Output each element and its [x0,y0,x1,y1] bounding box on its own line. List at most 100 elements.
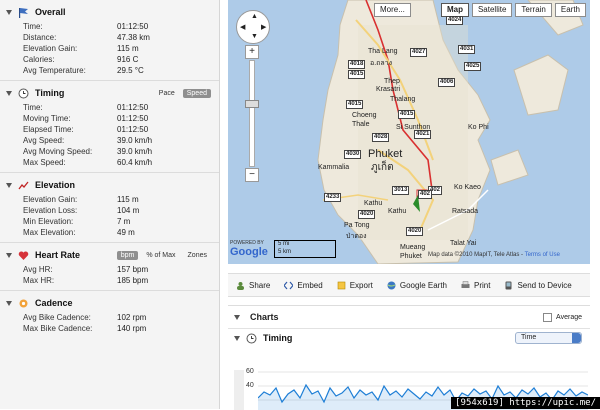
print-button[interactable]: Print [461,281,490,290]
x-axis-select[interactable]: Time [515,332,582,344]
heart-rate-header[interactable]: Heart Rate bpm % of Max Zones [0,246,219,264]
stat-value: 185 bpm [117,276,149,285]
send-to-device-button[interactable]: Send to Device [504,280,572,290]
overall-section: Overall Time: 01:12:50 Distance: 47.38 km El… [0,0,219,81]
zoom-slider-track[interactable] [249,60,255,167]
stat-row: Elevation Gain: 115 m [0,194,219,205]
cadence-title: Cadence [35,298,73,308]
collapse-triangle-icon[interactable] [6,252,12,258]
place-label: Choeng [352,112,377,119]
scale-mi-label: 5 mi [278,241,290,247]
collapse-triangle-icon[interactable] [6,90,12,96]
elevation-header[interactable]: Elevation [0,176,219,194]
google-earth-label: Google Earth [399,280,447,290]
place-label: Talat Yai [450,240,477,247]
route-map[interactable]: ▲ ▼ ◀ ▶ + − More... Map Satellite Terrai… [228,0,590,264]
average-checkbox[interactable] [543,312,553,322]
bpm-toggle[interactable]: bpm [116,250,139,260]
place-label: Ko Kaeo [454,184,481,191]
stat-value: 29.5 °C [117,66,144,75]
collapse-triangle-icon[interactable] [6,182,12,188]
place-label: Pa Tong [344,222,370,229]
stat-value: 60.4 km/h [117,158,153,167]
share-icon [236,281,245,290]
clock-icon [18,88,29,99]
stat-row: Avg Bike Cadence: 102 rpm [0,312,219,323]
road-shield: 4025 [464,62,482,71]
zoom-out-button[interactable]: − [245,168,259,182]
collapse-triangle-icon[interactable] [6,300,12,306]
stat-value: 157 bpm [117,265,149,274]
send-to-device-label: Send to Device [517,280,572,290]
road-shield: 4015 [346,100,364,109]
more-button[interactable]: More... [374,3,411,17]
pan-control[interactable]: ▲ ▼ ◀ ▶ [236,10,270,44]
export-button[interactable]: Export [337,281,373,290]
heart-rate-section: Heart Rate bpm % of Max Zones Avg HR: 157… [0,243,219,291]
stat-row: Max HR: 185 bpm [0,275,219,286]
overall-header[interactable]: Overall [0,3,219,21]
timing-chart-header[interactable]: Timing Time [228,329,590,347]
print-label: Print [473,280,491,290]
place-label: Krasatri [376,86,401,93]
zoom-in-button[interactable]: + [245,45,259,59]
map-type-map-button[interactable]: Map [440,3,469,17]
pan-left-icon[interactable]: ◀ [240,23,245,31]
collapse-triangle-icon[interactable] [234,335,240,341]
stat-row: Min Elevation: 7 m [0,216,219,227]
elevation-title: Elevation [35,180,76,190]
stat-value: 115 m [117,195,139,204]
zoom-slider-handle[interactable] [245,100,259,108]
terms-link[interactable]: Terms of Use [525,252,560,258]
place-label: Mueang [400,244,426,251]
clock-icon [246,333,257,344]
sidebar: Overall Time: 01:12:50 Distance: 47.38 km El… [0,0,220,409]
pan-right-icon[interactable]: ▶ [261,23,266,31]
pan-up-icon[interactable]: ▲ [251,13,258,20]
google-logo[interactable]: Google [230,246,268,258]
pace-toggle[interactable]: Pace [155,89,179,98]
stat-value: 104 m [117,206,140,215]
map-type-terrain-button[interactable]: Terrain [515,3,552,17]
share-button[interactable]: Share [236,281,270,290]
stat-row: Elevation Gain: 115 m [0,43,219,54]
road-shield: 402 [418,190,433,199]
cadence-header[interactable]: Cadence [0,294,219,312]
map-credit: Map data ©2010 MapIT, Tele Atlas - Terms… [428,252,560,258]
stat-label: Max HR: [23,276,55,285]
road-shield: 3013 [392,186,410,195]
collapse-triangle-icon[interactable] [234,314,240,320]
y-tick-label: 40 [246,382,254,389]
place-label: ป่าตอง [346,233,367,240]
stat-row: Elapsed Time: 01:12:50 [0,124,219,135]
percent-max-toggle[interactable]: % of Max [142,251,179,260]
stat-label: Elevation Loss: [23,206,78,215]
speed-toggle[interactable]: Speed [182,88,211,98]
collapse-triangle-icon[interactable] [6,9,12,15]
map-type-earth-button[interactable]: Earth [554,3,586,17]
google-earth-button[interactable]: Google Earth [387,281,447,290]
charts-header[interactable]: Charts Average [228,306,590,329]
stat-row: Moving Time: 01:12:50 [0,113,219,124]
pan-down-icon[interactable]: ▼ [251,33,258,40]
road-shield: 4015 [398,110,416,119]
road-shield: 4028 [372,133,390,142]
road-shield: 4021 [414,130,432,139]
stat-label: Moving Time: [23,114,71,123]
stat-row: Avg HR: 157 bpm [0,264,219,275]
road-shield: 4030 [344,150,362,159]
y-tick-label: 60 [246,368,254,375]
stat-row: Avg Speed: 39.0 km/h [0,135,219,146]
chevron-down-icon[interactable] [572,333,581,343]
map-canvas[interactable] [228,0,590,264]
globe-icon [387,281,396,290]
zones-toggle[interactable]: Zones [184,251,211,260]
timing-header[interactable]: Timing Pace Speed [0,84,219,102]
embed-button[interactable]: Embed [283,281,323,290]
stat-label: Elevation Gain: [23,44,78,53]
map-type-satellite-button[interactable]: Satellite [471,3,513,17]
road-shield: 4024 [446,16,464,25]
watermark: [954x619] https://upic.me/ [451,397,600,409]
road-shield: 4006 [438,78,456,87]
export-label: Export [349,280,373,290]
